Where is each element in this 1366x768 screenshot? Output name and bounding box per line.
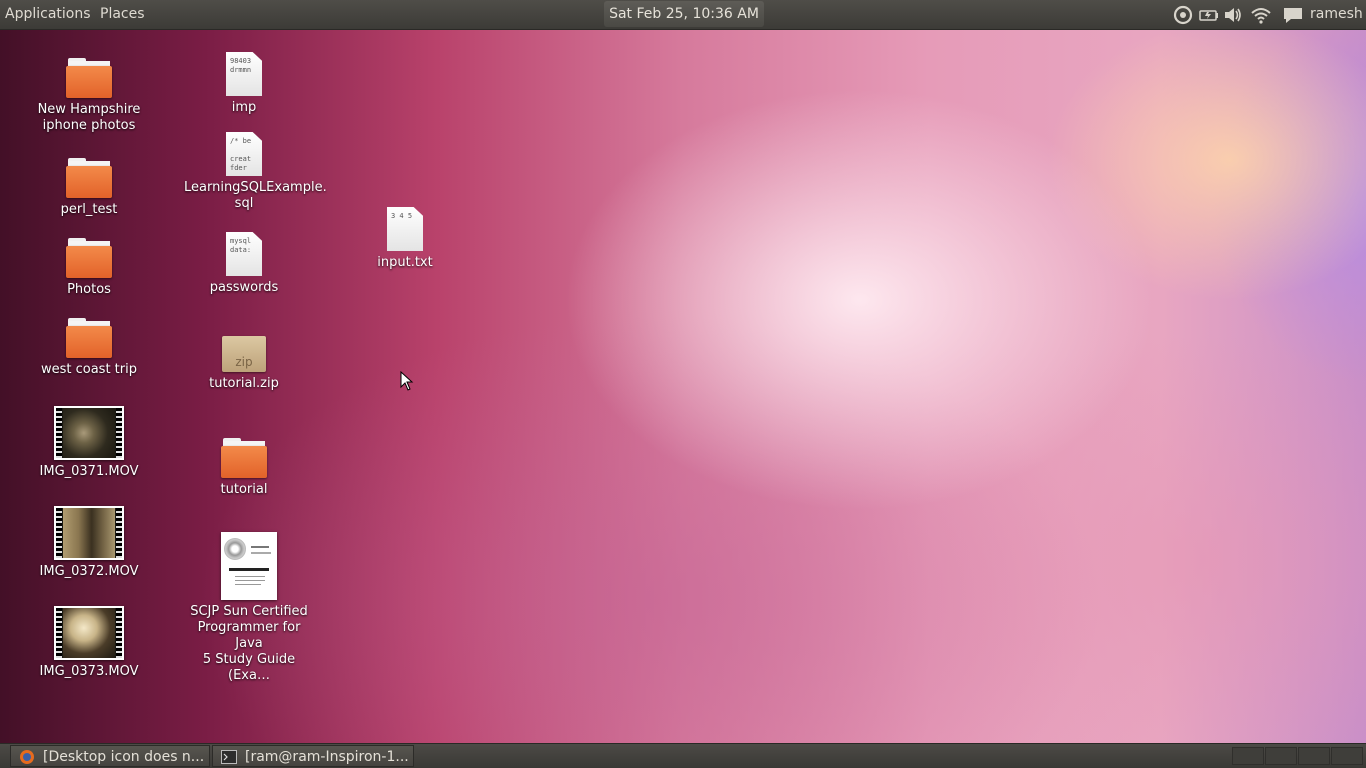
icon-label: tutorial.zip xyxy=(209,376,279,391)
file-input-txt[interactable]: 3 4 5 input.txt xyxy=(345,207,465,271)
icon-label: passwords xyxy=(209,280,279,295)
video-img-0372[interactable]: IMG_0372.MOV xyxy=(29,506,149,580)
icon-label: LearningSQLExample. sql xyxy=(184,180,327,211)
icon-label: IMG_0371.MOV xyxy=(39,464,139,479)
workspace-3[interactable] xyxy=(1298,747,1330,765)
wifi-icon[interactable] xyxy=(1250,4,1272,26)
ubuntu-update-icon[interactable] xyxy=(1172,4,1194,26)
folder-icon xyxy=(66,318,112,358)
folder-icon xyxy=(221,438,267,478)
folder-perl-test[interactable]: perl_test xyxy=(29,158,149,218)
folder-icon xyxy=(66,238,112,278)
video-thumbnail-icon xyxy=(54,406,124,460)
folder-west-coast-trip[interactable]: west coast trip xyxy=(29,318,149,378)
folder-tutorial[interactable]: tutorial xyxy=(184,438,304,498)
user-name[interactable]: ramesh xyxy=(1310,6,1363,22)
places-menu[interactable]: Places xyxy=(100,6,145,22)
applications-menu[interactable]: Applications xyxy=(5,6,91,22)
taskbar-item-label: [Desktop icon does n... xyxy=(43,749,205,765)
icon-label: Photos xyxy=(67,282,111,297)
file-imp[interactable]: 98403 drmmn imp xyxy=(184,52,304,116)
text-file-icon: /* be creat fder xyxy=(226,132,262,176)
pdf-thumbnail-icon xyxy=(221,532,277,600)
taskbar-item-terminal[interactable]: [ram@ram-Inspiron-1... xyxy=(212,745,414,767)
icon-label: input.txt xyxy=(377,255,433,270)
file-learning-sql-example[interactable]: /* be creat fder LearningSQLExample. sql xyxy=(184,132,327,212)
icon-label: New Hampshire iphone photos xyxy=(37,102,141,133)
mouse-pointer-icon xyxy=(400,371,414,391)
workspace-1[interactable] xyxy=(1232,747,1264,765)
taskbar-item-firefox[interactable]: [Desktop icon does n... xyxy=(10,745,210,767)
file-passwords[interactable]: mysql data: passwords xyxy=(184,232,304,296)
bottom-panel: [Desktop icon does n... [ram@ram-Inspiro… xyxy=(0,743,1366,768)
battery-icon[interactable] xyxy=(1198,4,1220,26)
volume-icon[interactable] xyxy=(1222,4,1244,26)
workspace-4[interactable] xyxy=(1331,747,1363,765)
icon-label: SCJP Sun Certified Programmer for Java 5… xyxy=(190,604,308,683)
file-scjp-study-guide[interactable]: SCJP Sun Certified Programmer for Java 5… xyxy=(189,532,309,684)
desktop-screen: Applications Places Sat Feb 25, 10:36 AM… xyxy=(0,0,1366,768)
workspace-2[interactable] xyxy=(1265,747,1297,765)
text-file-icon: 98403 drmmn xyxy=(226,52,262,96)
icon-label: tutorial xyxy=(220,482,268,497)
zip-archive-icon: zip xyxy=(222,336,266,372)
clock[interactable]: Sat Feb 25, 10:36 AM xyxy=(604,1,764,27)
folder-icon xyxy=(66,158,112,198)
icon-label: perl_test xyxy=(60,202,118,217)
file-tutorial-zip[interactable]: zip tutorial.zip xyxy=(184,336,304,392)
video-img-0373[interactable]: IMG_0373.MOV xyxy=(29,606,149,680)
text-file-icon: 3 4 5 xyxy=(387,207,423,251)
icon-label: IMG_0373.MOV xyxy=(39,664,139,679)
text-file-icon: mysql data: xyxy=(226,232,262,276)
top-panel: Applications Places Sat Feb 25, 10:36 AM… xyxy=(0,0,1366,30)
icon-label: west coast trip xyxy=(40,362,137,377)
folder-icon xyxy=(66,58,112,98)
icon-label: IMG_0372.MOV xyxy=(39,564,139,579)
folder-new-hampshire[interactable]: New Hampshire iphone photos xyxy=(29,58,149,134)
taskbar-item-label: [ram@ram-Inspiron-1... xyxy=(245,749,409,765)
folder-photos[interactable]: Photos xyxy=(29,238,149,298)
video-img-0371[interactable]: IMG_0371.MOV xyxy=(29,406,149,480)
video-thumbnail-icon xyxy=(54,506,124,560)
icon-label: imp xyxy=(231,100,257,115)
video-thumbnail-icon xyxy=(54,606,124,660)
terminal-icon xyxy=(221,750,237,764)
messaging-icon[interactable] xyxy=(1282,4,1304,26)
firefox-icon xyxy=(20,750,34,764)
